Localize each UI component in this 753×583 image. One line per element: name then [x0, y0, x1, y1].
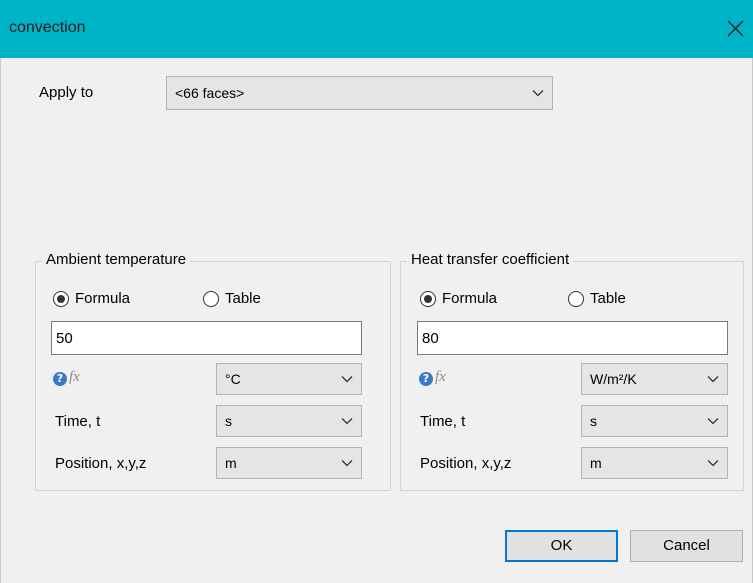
radio-circle: [203, 291, 219, 307]
ambient-temperature-group: Ambient temperature Formula Table ? fx °…: [35, 251, 391, 491]
htc-formula-radio[interactable]: Formula: [420, 290, 530, 310]
ambient-formula-radio[interactable]: Formula: [53, 290, 163, 310]
htc-unit-value: W/m²/K: [590, 371, 637, 387]
chevron-down-icon: [707, 460, 719, 467]
htc-position-unit-value: m: [590, 455, 602, 471]
radio-circle: [53, 291, 69, 307]
htc-position-unit-dropdown[interactable]: m: [581, 447, 728, 479]
htc-unit-dropdown[interactable]: W/m²/K: [581, 363, 728, 395]
radio-circle: [568, 291, 584, 307]
help-icon: ?: [419, 372, 433, 386]
ambient-time-label: Time, t: [55, 413, 101, 430]
radio-dot: [57, 295, 65, 303]
htc-position-label: Position, x,y,z: [420, 455, 512, 472]
ambient-time-unit-value: s: [225, 413, 232, 429]
ambient-table-label: Table: [225, 290, 261, 307]
dialog-body: Apply to <66 faces> Ambient temperature …: [0, 58, 753, 583]
chevron-down-icon: [707, 418, 719, 425]
close-button[interactable]: [718, 10, 753, 48]
htc-formula-label: Formula: [442, 290, 498, 307]
htc-time-unit-value: s: [590, 413, 597, 429]
heat-transfer-coefficient-title: Heat transfer coefficient: [407, 251, 574, 268]
htc-table-label: Table: [590, 290, 626, 307]
ambient-position-unit-value: m: [225, 455, 237, 471]
ambient-formula-label: Formula: [75, 290, 131, 307]
ambient-time-unit-dropdown[interactable]: s: [216, 405, 362, 437]
cancel-button[interactable]: Cancel: [630, 530, 743, 562]
chevron-down-icon: [341, 376, 353, 383]
htc-time-label: Time, t: [420, 413, 466, 430]
radio-dot: [424, 295, 432, 303]
ambient-temperature-title: Ambient temperature: [42, 251, 191, 268]
ok-button[interactable]: OK: [505, 530, 618, 562]
title-bar: convection: [0, 0, 753, 58]
heat-transfer-coefficient-input[interactable]: [417, 321, 728, 355]
htc-table-radio[interactable]: Table: [568, 290, 658, 310]
radio-circle: [420, 291, 436, 307]
chevron-down-icon: [532, 90, 544, 97]
htc-time-unit-dropdown[interactable]: s: [581, 405, 728, 437]
fx-icon: fx: [69, 369, 80, 385]
ambient-position-unit-dropdown[interactable]: m: [216, 447, 362, 479]
chevron-down-icon: [707, 376, 719, 383]
ambient-position-label: Position, x,y,z: [55, 455, 147, 472]
close-icon: [727, 20, 744, 37]
apply-to-value: <66 faces>: [175, 85, 245, 101]
apply-to-dropdown[interactable]: <66 faces>: [166, 76, 553, 110]
ambient-table-radio[interactable]: Table: [203, 290, 293, 310]
window-title: convection: [9, 19, 86, 36]
ambient-unit-value: °C: [225, 371, 241, 387]
chevron-down-icon: [341, 460, 353, 467]
apply-to-label: Apply to: [39, 84, 94, 101]
chevron-down-icon: [341, 418, 353, 425]
heat-transfer-coefficient-group: Heat transfer coefficient Formula Table …: [400, 251, 744, 491]
ambient-temperature-input[interactable]: [51, 321, 362, 355]
help-icon: ?: [53, 372, 67, 386]
ambient-unit-dropdown[interactable]: °C: [216, 363, 362, 395]
fx-icon: fx: [435, 369, 446, 385]
